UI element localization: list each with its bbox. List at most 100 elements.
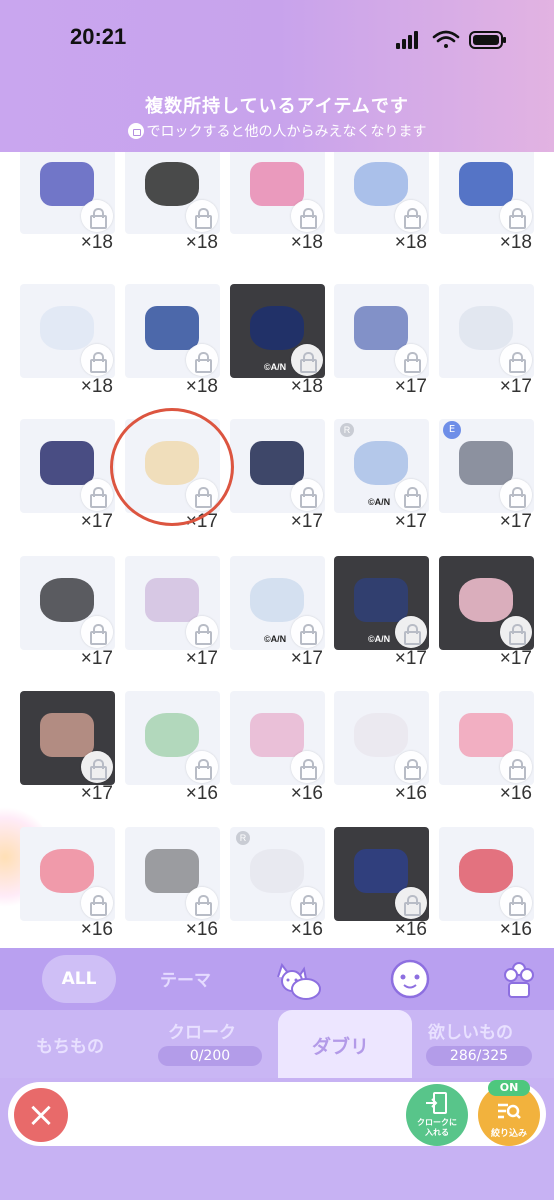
item-grid[interactable]: ×18 ×18 ×18 ×18 ×18 ×18 ×18 ©A/N ×18 ×17 ×17 ×17 ×17… <box>0 152 554 948</box>
item-cell[interactable]: ×17 <box>20 556 115 676</box>
subtab-mochimono[interactable]: もちもの <box>36 1032 104 1057</box>
item-cell[interactable]: ×18 <box>125 284 220 404</box>
lock-icon[interactable] <box>395 751 427 783</box>
lock-icon[interactable] <box>291 200 323 232</box>
lock-icon <box>127 123 144 139</box>
lock-icon[interactable] <box>395 887 427 919</box>
lock-icon[interactable] <box>500 887 532 919</box>
lock-icon[interactable] <box>186 344 218 376</box>
subtab-duplicates[interactable]: ダブリ <box>312 1032 369 1059</box>
item-cell[interactable]: ×18 <box>20 152 115 260</box>
item-count: ×17 <box>499 648 532 669</box>
item-image <box>125 691 220 785</box>
item-image <box>20 827 115 921</box>
item-cell[interactable]: ×16 <box>439 691 534 811</box>
item-art <box>354 849 408 893</box>
item-cell[interactable]: ×18 <box>334 152 429 260</box>
lock-icon[interactable] <box>186 887 218 919</box>
put-in-cloak-button[interactable]: クロークに 入れる <box>406 1084 468 1146</box>
item-cell[interactable]: ×16 <box>230 691 325 811</box>
lock-icon[interactable] <box>291 479 323 511</box>
item-image <box>20 419 115 513</box>
item-image <box>20 284 115 378</box>
item-cell[interactable]: ×16 <box>439 827 534 947</box>
lock-icon[interactable] <box>291 887 323 919</box>
plant-icon[interactable] <box>492 955 546 1003</box>
lock-icon[interactable] <box>395 344 427 376</box>
item-cell[interactable]: ×17 <box>334 284 429 404</box>
tab-theme[interactable]: テーマ <box>160 966 211 991</box>
lock-icon[interactable] <box>500 616 532 648</box>
lock-icon[interactable] <box>395 479 427 511</box>
lock-icon[interactable] <box>81 616 113 648</box>
header-title: 複数所持しているアイテムです <box>145 96 409 117</box>
pets-icon[interactable] <box>270 955 324 1003</box>
lock-icon[interactable] <box>291 616 323 648</box>
item-cell[interactable]: ×18 <box>230 152 325 260</box>
item-image <box>439 556 534 650</box>
item-image <box>334 152 429 234</box>
item-cell[interactable]: ×16 <box>125 827 220 947</box>
item-art <box>459 849 513 893</box>
lock-icon[interactable] <box>81 751 113 783</box>
subtab-wishlist[interactable]: 欲しいもの <box>428 1018 513 1043</box>
lock-icon[interactable] <box>186 616 218 648</box>
item-cell[interactable]: ×16 <box>334 827 429 947</box>
item-count: ×16 <box>290 783 323 804</box>
item-cell[interactable]: ×18 <box>125 152 220 260</box>
item-count: ×18 <box>394 232 427 253</box>
item-cell[interactable]: E ×17 <box>439 419 534 539</box>
item-cell[interactable]: ×16 <box>125 691 220 811</box>
item-cell[interactable]: ×18 <box>20 284 115 404</box>
item-art <box>145 306 199 350</box>
item-count: ×17 <box>80 783 113 804</box>
lock-icon[interactable] <box>81 479 113 511</box>
lock-icon[interactable] <box>500 200 532 232</box>
lock-icon[interactable] <box>291 751 323 783</box>
tab-all[interactable]: ALL <box>42 955 116 1003</box>
status-time: 20:21 <box>70 24 127 49</box>
item-art <box>145 162 199 206</box>
close-button[interactable]: × <box>14 1088 68 1142</box>
lock-icon[interactable] <box>395 200 427 232</box>
subtab-cloak[interactable]: クローク <box>168 1018 236 1043</box>
item-cell[interactable]: ©A/N ×17 <box>230 556 325 676</box>
item-cell[interactable]: ×16 <box>334 691 429 811</box>
lock-icon[interactable] <box>395 616 427 648</box>
item-count: ×18 <box>290 376 323 397</box>
item-cell[interactable]: ©A/N ×18 <box>230 284 325 404</box>
item-image <box>125 152 220 234</box>
battery-icon <box>469 31 506 49</box>
item-cell[interactable]: ©A/N ×17 <box>334 556 429 676</box>
item-cell[interactable]: ×16 <box>20 827 115 947</box>
item-cell[interactable]: R ×16 <box>230 827 325 947</box>
item-cell[interactable]: R ©A/N ×17 <box>334 419 429 539</box>
item-count: ×17 <box>394 511 427 532</box>
item-art <box>459 578 513 622</box>
item-cell[interactable]: ×18 <box>439 152 534 260</box>
copyright-mark: ©A/N <box>368 634 391 644</box>
item-count: ×16 <box>394 783 427 804</box>
item-image: E <box>439 419 534 513</box>
lock-icon[interactable] <box>81 887 113 919</box>
item-count: ×17 <box>290 511 323 532</box>
item-image <box>230 691 325 785</box>
item-cell[interactable]: ×17 <box>439 284 534 404</box>
item-cell[interactable]: ×17 <box>439 556 534 676</box>
lock-icon[interactable] <box>186 200 218 232</box>
lock-icon[interactable] <box>500 751 532 783</box>
item-cell[interactable]: ×17 <box>20 691 115 811</box>
lock-icon[interactable] <box>186 751 218 783</box>
item-cell[interactable]: ×17 <box>125 556 220 676</box>
face-icon[interactable] <box>383 955 437 1003</box>
lock-icon[interactable] <box>81 200 113 232</box>
lock-icon[interactable] <box>291 344 323 376</box>
filter-label: 絞り込み <box>490 1129 527 1139</box>
lock-icon[interactable] <box>500 344 532 376</box>
lock-icon[interactable] <box>500 479 532 511</box>
signal-icon <box>396 31 418 49</box>
item-cell[interactable]: ×17 <box>20 419 115 539</box>
lock-icon[interactable] <box>81 344 113 376</box>
copyright-mark: ©A/N <box>368 497 391 507</box>
item-cell[interactable]: ×17 <box>230 419 325 539</box>
